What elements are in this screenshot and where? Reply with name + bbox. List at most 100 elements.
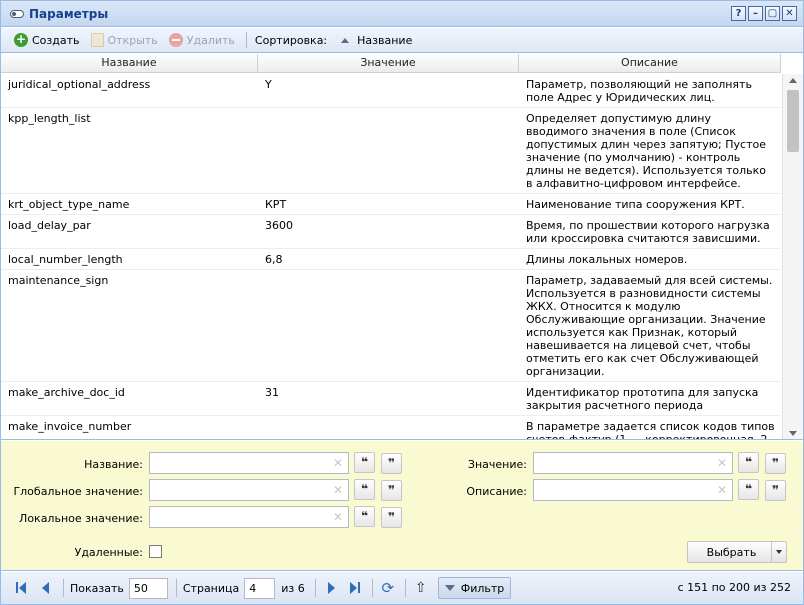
table-row[interactable]: make_archive_doc_id 31 Идентификатор про… [1, 382, 781, 416]
window-toggle-icon [10, 10, 24, 18]
table-row[interactable]: local_number_length 6,8 Длины локальных … [1, 249, 781, 270]
cell-value: 31 [265, 386, 279, 399]
cell-value: 3600 [265, 219, 293, 232]
clear-icon[interactable]: ✕ [717, 456, 727, 470]
help-button[interactable]: ? [731, 6, 746, 21]
select-button-label: Выбрать [706, 545, 757, 559]
page-size-label: Показать [70, 581, 124, 595]
table-row[interactable]: load_delay_par 3600 Время, по прошествии… [1, 215, 781, 249]
page-number-input[interactable]: 4 [244, 577, 276, 599]
title-bar[interactable]: Параметры ? – ▢ ✕ [1, 1, 803, 27]
deleted-checkbox[interactable] [149, 545, 162, 558]
minus-icon [168, 33, 183, 47]
cell-description: Параметр, задаваемый для всей системы. И… [526, 274, 773, 378]
cell-description: Параметр, позволяющий не заполнять поле … [526, 78, 752, 104]
filter-name-label: Название: [84, 458, 143, 471]
create-button[interactable]: + Создать [14, 33, 80, 47]
grid-header: Название Значение Описание [1, 54, 781, 73]
paging-toolbar: Показать 50 Страница 4 из 6 ⟳ ⇧ Фильтр с… [1, 572, 803, 604]
filter-local-input[interactable]: ✕ [149, 506, 349, 528]
document-icon [90, 33, 104, 47]
quote-open-button[interactable]: ❝ [354, 479, 375, 500]
cell-value: 6,8 [265, 253, 283, 266]
quote-open-button[interactable]: ❝ [738, 479, 759, 500]
window-controls: ? – ▢ ✕ [731, 6, 797, 21]
open-button[interactable]: Открыть [90, 33, 158, 47]
clear-icon[interactable]: ✕ [717, 483, 727, 497]
table-row[interactable]: krt_object_type_name КРТ Наименование ти… [1, 194, 781, 215]
plus-icon: + [14, 32, 28, 47]
close-button[interactable]: ✕ [782, 6, 797, 21]
filter-toggle-button[interactable]: Фильтр [437, 577, 512, 599]
column-header-name[interactable]: Название [1, 54, 258, 73]
cell-description: Длины локальных номеров. [526, 253, 688, 266]
filter-name-input[interactable]: ✕ [149, 452, 349, 474]
sort-button[interactable]: Название [327, 34, 412, 47]
cell-name: krt_object_type_name [8, 198, 130, 211]
page-count: из 6 [281, 581, 305, 595]
quote-open-button[interactable]: ❝ [738, 452, 759, 473]
quote-close-button[interactable]: ❞ [765, 453, 786, 474]
export-icon[interactable]: ⇧ [412, 579, 430, 597]
quote-close-button[interactable]: ❞ [381, 507, 402, 528]
filter-toggle-label: Фильтр [460, 581, 505, 595]
pager-separator [404, 579, 406, 597]
scroll-up-icon[interactable] [789, 78, 797, 83]
scroll-thumb[interactable] [787, 90, 799, 152]
filter-panel: Название: ✕ ❝ ❞ Глобальное значение: ✕ ❝… [1, 441, 803, 571]
grid-body: juridical_optional_address Y Параметр, п… [1, 74, 781, 440]
cell-value [258, 270, 519, 381]
minimize-button[interactable]: – [748, 6, 763, 21]
table-row[interactable]: juridical_optional_address Y Параметр, п… [1, 74, 781, 108]
pager-separator [175, 579, 177, 597]
cell-description: Время, по прошествии которого нагрузка и… [526, 219, 770, 245]
select-button[interactable]: Выбрать [687, 541, 787, 563]
first-page-icon[interactable] [13, 579, 31, 597]
table-row[interactable]: make_invoice_number В параметре задается… [1, 416, 781, 440]
clear-icon[interactable]: ✕ [333, 456, 343, 470]
pager-separator [63, 579, 64, 597]
toolbar: + Создать Открыть Удалить Сортировка: На… [1, 28, 803, 53]
clear-icon[interactable]: ✕ [333, 510, 343, 524]
delete-button[interactable]: Удалить [168, 33, 235, 47]
cell-description: Идентификатор прототипа для запуска закр… [526, 386, 759, 412]
quote-close-button[interactable]: ❞ [765, 480, 786, 501]
paging-info: с 151 по 200 из 252 [677, 581, 791, 594]
prev-page-icon[interactable] [37, 579, 55, 597]
cell-description: Определяет допустимую длину вводимого зн… [526, 112, 767, 190]
toolbar-separator [245, 32, 247, 48]
cell-description: В параметре задается список кодов типов … [526, 420, 775, 440]
refresh-icon[interactable]: ⟳ [379, 579, 397, 597]
grid-scrollbar[interactable] [782, 74, 803, 439]
table-row[interactable]: maintenance_sign Параметр, задаваемый дл… [1, 270, 781, 382]
page-size-input[interactable]: 50 [128, 577, 168, 599]
page-label: Страница [182, 581, 240, 595]
column-header-description[interactable]: Описание [519, 54, 781, 73]
cell-value [258, 416, 519, 439]
scroll-down-icon[interactable] [789, 431, 797, 436]
column-header-value[interactable]: Значение [258, 54, 519, 73]
maximize-button[interactable]: ▢ [765, 6, 780, 21]
create-label: Создать [32, 33, 80, 47]
pager-separator [314, 579, 316, 597]
last-page-icon[interactable] [346, 579, 364, 597]
next-page-icon[interactable] [322, 579, 340, 597]
filter-global-input[interactable]: ✕ [149, 479, 349, 501]
pager-separator [371, 579, 373, 597]
cell-value [258, 108, 519, 193]
cell-value: КРТ [265, 198, 287, 211]
cell-name: juridical_optional_address [8, 78, 151, 91]
filter-value-input[interactable]: ✕ [533, 452, 733, 474]
quote-open-button[interactable]: ❝ [354, 452, 375, 473]
delete-label: Удалить [186, 33, 235, 47]
table-row[interactable]: kpp_length_list Определяет допустимую дл… [1, 108, 781, 194]
chevron-down-icon[interactable] [771, 542, 786, 562]
filter-deleted-label: Удаленные: [74, 546, 143, 559]
cell-name: load_delay_par [8, 219, 91, 232]
sort-ascending-icon [341, 37, 350, 43]
window-title: Параметры [29, 7, 109, 21]
cell-value: Y [265, 78, 272, 91]
quote-open-button[interactable]: ❝ [354, 506, 375, 527]
clear-icon[interactable]: ✕ [333, 483, 343, 497]
filter-description-input[interactable]: ✕ [533, 479, 733, 501]
